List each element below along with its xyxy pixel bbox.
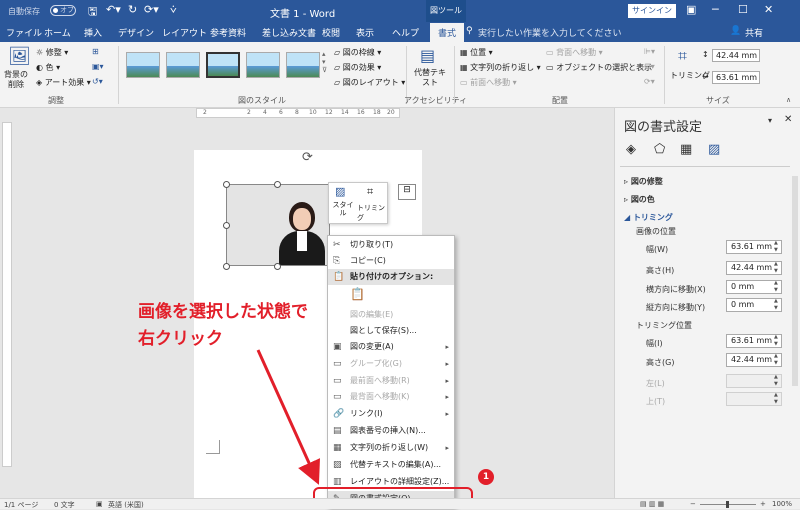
pane-title: 図の書式設定 bbox=[624, 120, 703, 135]
zoom-thumb[interactable] bbox=[726, 501, 729, 508]
crop-height-field[interactable]: 42.44 mm bbox=[726, 353, 782, 367]
crop-left-label: 左(L) bbox=[646, 379, 665, 388]
crop-top-field bbox=[726, 392, 782, 406]
crop-left-field bbox=[726, 374, 782, 388]
view-modes-icon[interactable]: ▤ ▥ ▦ bbox=[640, 500, 664, 508]
crop-width-label: 幅(I) bbox=[646, 339, 663, 348]
offset-x-label: 横方向に移動(X) bbox=[646, 285, 706, 294]
height-label: 高さ(H) bbox=[646, 266, 675, 275]
width-field[interactable]: 63.61 mm bbox=[726, 240, 782, 254]
section-corrections[interactable]: ▹ 図の修整 bbox=[624, 176, 663, 187]
zoom-out-icon[interactable]: − bbox=[690, 500, 696, 508]
section-corrections-label: 図の修整 bbox=[630, 177, 663, 186]
crop-position-label: トリミング位置 bbox=[636, 321, 692, 330]
crop-top-label: 上(T) bbox=[646, 397, 666, 406]
pane-scrollbar[interactable] bbox=[792, 176, 798, 386]
section-color[interactable]: ▹ 図の色 bbox=[624, 194, 655, 205]
offset-y-label: 縦方向に移動(Y) bbox=[646, 303, 706, 312]
effects-icon[interactable]: ⬠ bbox=[654, 142, 665, 157]
width-label: 幅(W) bbox=[646, 245, 669, 254]
image-position-label: 画像の位置 bbox=[636, 227, 676, 236]
layout-properties-icon[interactable]: ▦ bbox=[680, 142, 692, 157]
proofing-icon[interactable]: ▣ bbox=[96, 500, 103, 508]
section-color-label: 図の色 bbox=[630, 195, 655, 204]
status-bar: 1/1 ページ 0 文字 ▣ 英語 (米国) ▤ ▥ ▦ − + 100% bbox=[0, 498, 800, 509]
height-field[interactable]: 42.44 mm bbox=[726, 261, 782, 275]
step-badge-1: 1 bbox=[478, 469, 494, 485]
offset-y-field[interactable]: 0 mm bbox=[726, 298, 782, 312]
zoom-level[interactable]: 100% bbox=[772, 500, 792, 508]
offset-x-field[interactable]: 0 mm bbox=[726, 280, 782, 294]
section-crop[interactable]: ◢ トリミング bbox=[624, 212, 673, 223]
zoom-in-icon[interactable]: + bbox=[760, 500, 766, 508]
fill-line-icon[interactable]: ◈ bbox=[626, 142, 636, 157]
crop-height-label: 高さ(G) bbox=[646, 358, 675, 367]
pane-close-icon[interactable]: ✕ bbox=[784, 114, 792, 125]
crop-width-field[interactable]: 63.61 mm bbox=[726, 334, 782, 348]
pane-options-icon[interactable]: ▾ bbox=[768, 116, 772, 125]
picture-icon[interactable]: ▨ bbox=[708, 142, 720, 157]
pane-divider bbox=[620, 166, 790, 167]
section-crop-label: トリミング bbox=[632, 213, 673, 222]
